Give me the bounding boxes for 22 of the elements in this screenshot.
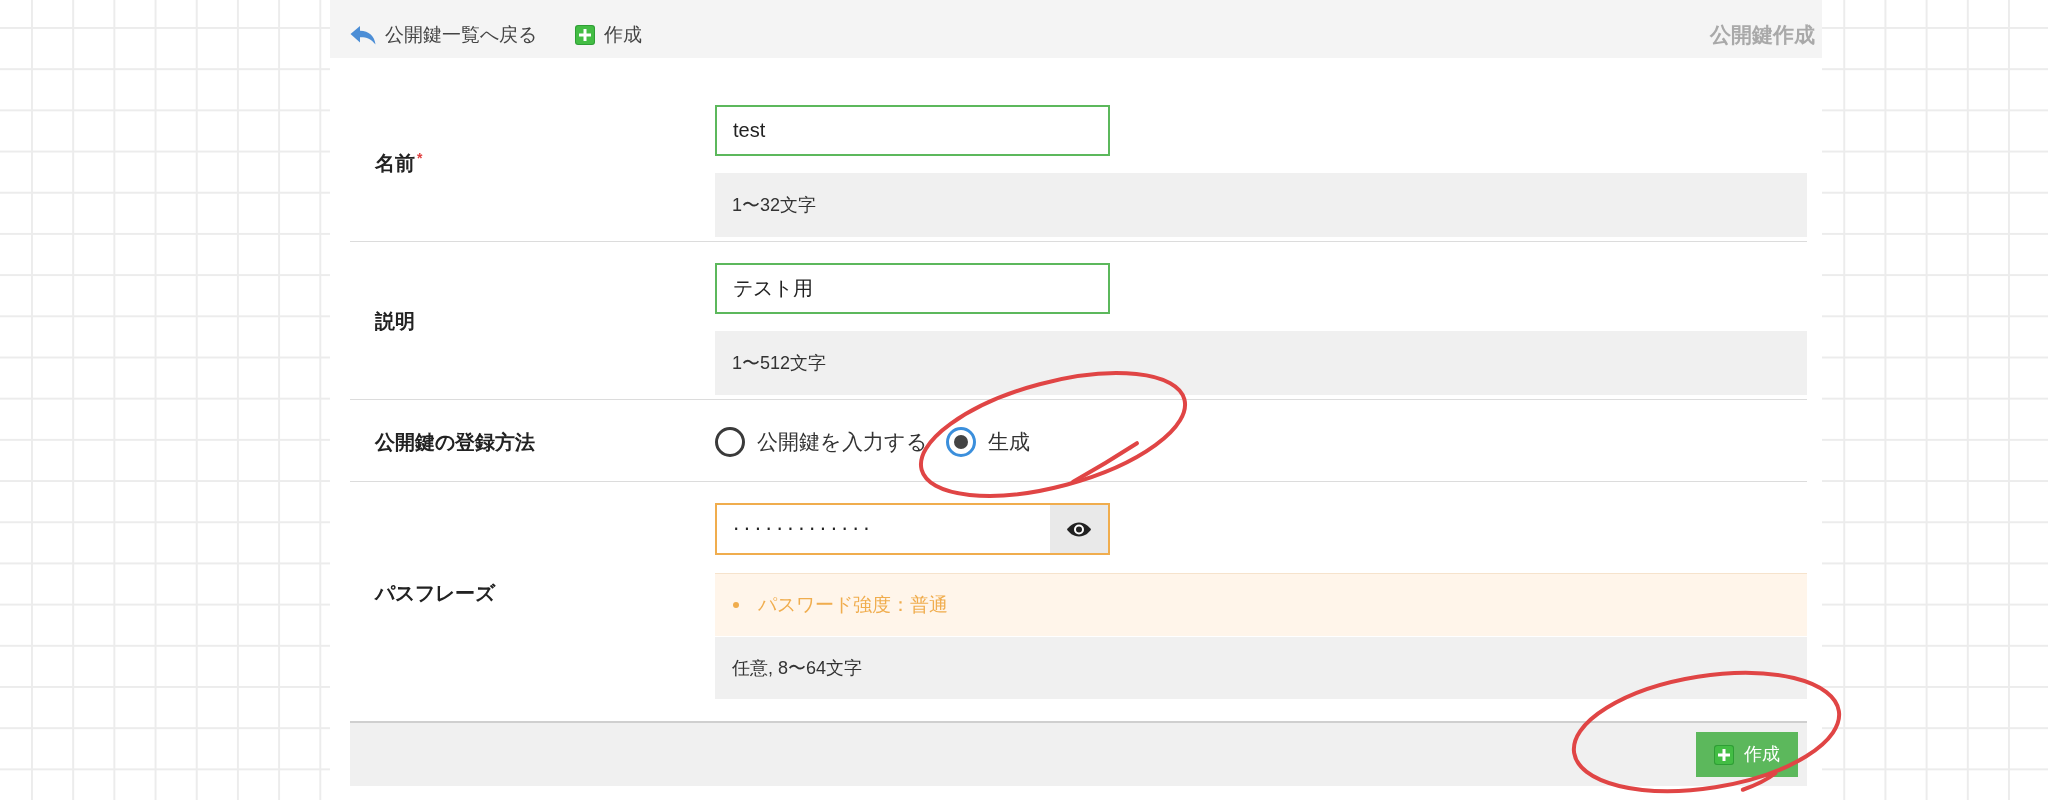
plus-icon xyxy=(575,25,595,45)
radio-button[interactable] xyxy=(715,427,745,457)
radio-label[interactable]: 公開鍵を入力する xyxy=(757,426,928,458)
required-mark: * xyxy=(417,150,423,166)
help-text: 任意, 8〜64文字 xyxy=(715,637,1807,699)
strength-message: パスワード強度：普通 xyxy=(758,592,948,617)
field-label: パスフレーズ xyxy=(375,582,495,604)
page-title: 公開鍵作成 xyxy=(1710,22,1815,49)
field-label: 公開鍵の登録方法 xyxy=(375,431,535,453)
text-field[interactable]: テスト用 xyxy=(715,263,1110,314)
help-text: 1〜32文字 xyxy=(715,173,1807,237)
bullet-icon xyxy=(733,602,739,608)
radio-label[interactable]: 生成 xyxy=(988,426,1030,458)
help-text: 1〜512文字 xyxy=(715,331,1807,395)
create-link[interactable]: 作成 xyxy=(575,20,642,50)
plus-icon xyxy=(1714,744,1734,765)
radio-button[interactable] xyxy=(946,427,976,457)
field-label: 説明 xyxy=(375,310,415,332)
text-field[interactable]: test xyxy=(715,105,1110,156)
back-arrow-icon xyxy=(350,25,376,45)
field-label: 名前 xyxy=(375,152,415,174)
back-link[interactable]: 公開鍵一覧へ戻る xyxy=(350,20,537,50)
